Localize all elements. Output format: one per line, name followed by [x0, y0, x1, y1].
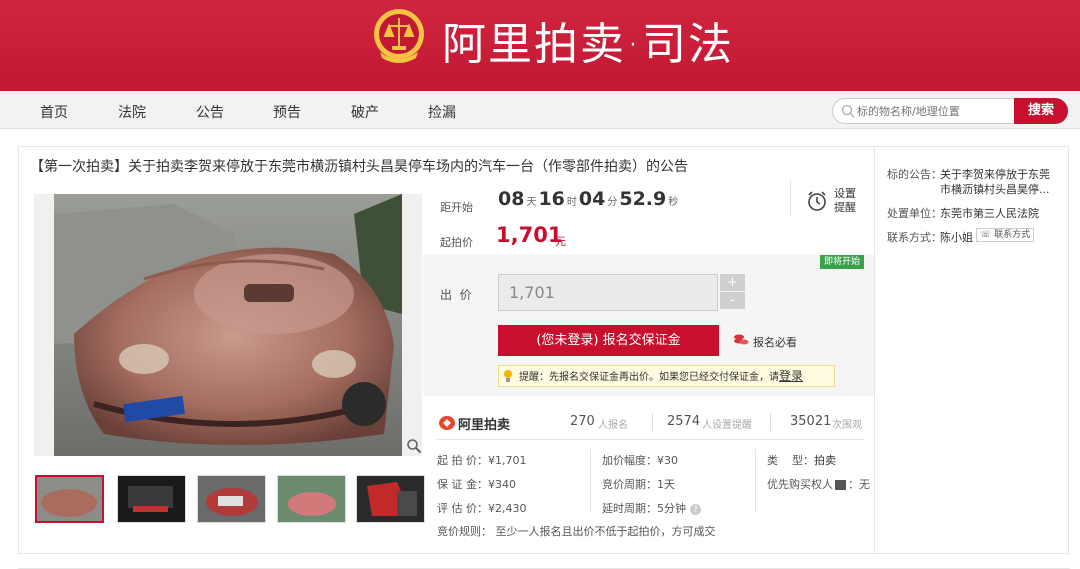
thumbnail[interactable] — [356, 475, 425, 523]
divider — [770, 413, 771, 431]
start-price: 1,701 — [496, 223, 563, 247]
login-tip: 提醒：先报名交保证金再出价。如果您已经交付保证金，请登录 — [498, 365, 835, 387]
auction-title: 【第一次拍卖】关于拍卖李贺来停放于东莞市横沥镇村头昌昊停车场内的汽车一台（作零部… — [30, 159, 688, 175]
contact-button[interactable]: ☏ 联系方式 — [976, 228, 1035, 242]
countdown-hours-unit: 时 — [566, 197, 577, 208]
search-input[interactable] — [857, 102, 1007, 120]
detail-delay: 延时周期：5分钟? — [602, 500, 701, 516]
contact-button-label: 联系方式 — [994, 230, 1031, 240]
detail-deposit: 保 证 金：¥340 — [437, 478, 516, 491]
ali-auction-logo-text: 阿里拍卖 — [458, 418, 511, 433]
nav-bargain[interactable]: 捡漏 — [428, 102, 456, 122]
views-label: 次围观 — [832, 420, 862, 431]
thumbnail[interactable] — [35, 475, 104, 523]
bidding-rule: 竞价规则： 至少一人报名且出价不低于起拍价，方可成交 — [437, 525, 716, 538]
register-deposit-button[interactable]: (您未登录) 报名交保证金 — [498, 325, 719, 356]
countdown-hours: 16 — [538, 188, 565, 210]
thumbnail[interactable] — [277, 475, 346, 523]
set-reminder-button[interactable]: 设置提醒 — [834, 187, 864, 215]
countdown-days: 08 — [498, 188, 525, 210]
detail-delay-text: 延时周期：5分钟 — [602, 502, 686, 515]
countdown-seconds-unit: 秒 — [668, 197, 679, 208]
registered-label: 人报名 — [598, 420, 628, 431]
nav-bankruptcy[interactable]: 破产 — [351, 102, 379, 122]
countdown-minutes-unit: 分 — [607, 197, 618, 208]
unit-value: 东莞市第三人民法院 — [940, 207, 1039, 220]
unit-label: 处置单位： — [887, 207, 942, 220]
detail-type: 类 型：拍卖 — [767, 452, 836, 468]
ali-auction-logo-icon — [439, 416, 455, 430]
notice-link-line1[interactable]: 关于李贺来停放于东莞 — [940, 166, 1050, 182]
site-banner: 阿里拍卖·司法 — [0, 0, 1080, 91]
bulb-icon — [504, 370, 512, 382]
detail-type-value: 拍卖 — [814, 454, 836, 467]
detail-start-price: 起 拍 价：¥1,701 — [437, 454, 527, 467]
nav-notice[interactable]: 公告 — [196, 102, 224, 122]
main-photo[interactable] — [34, 194, 422, 456]
detail-increment: 加价幅度：¥30 — [602, 454, 678, 467]
reminders-count: 2574 — [667, 414, 701, 429]
bid-input[interactable]: 1,701 — [498, 274, 718, 311]
contact-value: 陈小姐 — [940, 231, 973, 244]
reminders-label: 人设置提醒 — [702, 420, 752, 431]
help-icon[interactable]: ? — [690, 503, 701, 515]
phone-icon: ☏ — [980, 230, 992, 240]
tip-text: 提醒：先报名交保证金再出价。如果您已经交付保证金，请 — [519, 372, 779, 383]
login-link[interactable]: 登录 — [779, 369, 803, 383]
main-nav: 首页 法院 公告 预告 破产 捡漏 搜索 — [0, 91, 1080, 129]
notice-label: 标的公告： — [887, 168, 942, 181]
nav-home[interactable]: 首页 — [40, 102, 68, 122]
thumbnail[interactable] — [197, 475, 266, 523]
divider — [590, 449, 591, 513]
divider — [437, 439, 865, 440]
search-box — [832, 98, 1016, 124]
countdown: 08 天 16 时 04 分 52.9 秒 — [498, 188, 680, 210]
detail-cycle: 竞价周期：1天 — [602, 478, 675, 491]
thumbnail[interactable] — [117, 475, 186, 523]
alarm-clock-icon[interactable] — [806, 190, 828, 212]
countdown-label: 距开始 — [440, 201, 473, 214]
detail-priority: 优先购买权人 ：无 — [767, 476, 870, 492]
notice-link-line2[interactable]: 市横沥镇村头昌昊停... — [940, 181, 1050, 197]
divider — [790, 180, 791, 216]
views-count: 35021 — [790, 414, 832, 429]
zoom-icon[interactable] — [406, 438, 422, 454]
detail-type-label: 类 型： — [767, 454, 814, 467]
increase-bid-button[interactable]: + — [720, 274, 745, 291]
nav-court[interactable]: 法院 — [118, 102, 146, 122]
start-price-unit: 元 — [555, 235, 566, 248]
status-badge: 即将开始 — [820, 255, 865, 269]
contact-label: 联系方式： — [887, 231, 942, 244]
countdown-days-unit: 天 — [526, 197, 537, 208]
court-emblem-icon — [374, 9, 424, 63]
search-button[interactable]: 搜索 — [1014, 98, 1068, 124]
detail-appraisal: 评 估 价：¥2,430 — [437, 502, 527, 515]
divider — [652, 413, 653, 431]
detail-priority-label: 优先购买权人 — [767, 478, 833, 491]
must-read-link[interactable]: 报名必看 — [753, 334, 797, 350]
start-price-label: 起拍价 — [440, 236, 473, 249]
countdown-seconds: 52.9 — [619, 188, 667, 210]
brand-title: 阿里拍卖·司法 — [442, 19, 734, 70]
detail-priority-value: ：无 — [848, 478, 870, 491]
info-icon[interactable] — [835, 480, 846, 490]
search-icon — [841, 104, 855, 118]
decrease-bid-button[interactable]: - — [720, 292, 745, 309]
countdown-minutes: 04 — [578, 188, 606, 210]
bid-label: 出 价 — [440, 288, 472, 302]
divider — [755, 449, 756, 513]
registered-count: 270 — [570, 414, 595, 429]
nav-preview[interactable]: 预告 — [273, 102, 301, 122]
coins-icon — [734, 334, 749, 345]
